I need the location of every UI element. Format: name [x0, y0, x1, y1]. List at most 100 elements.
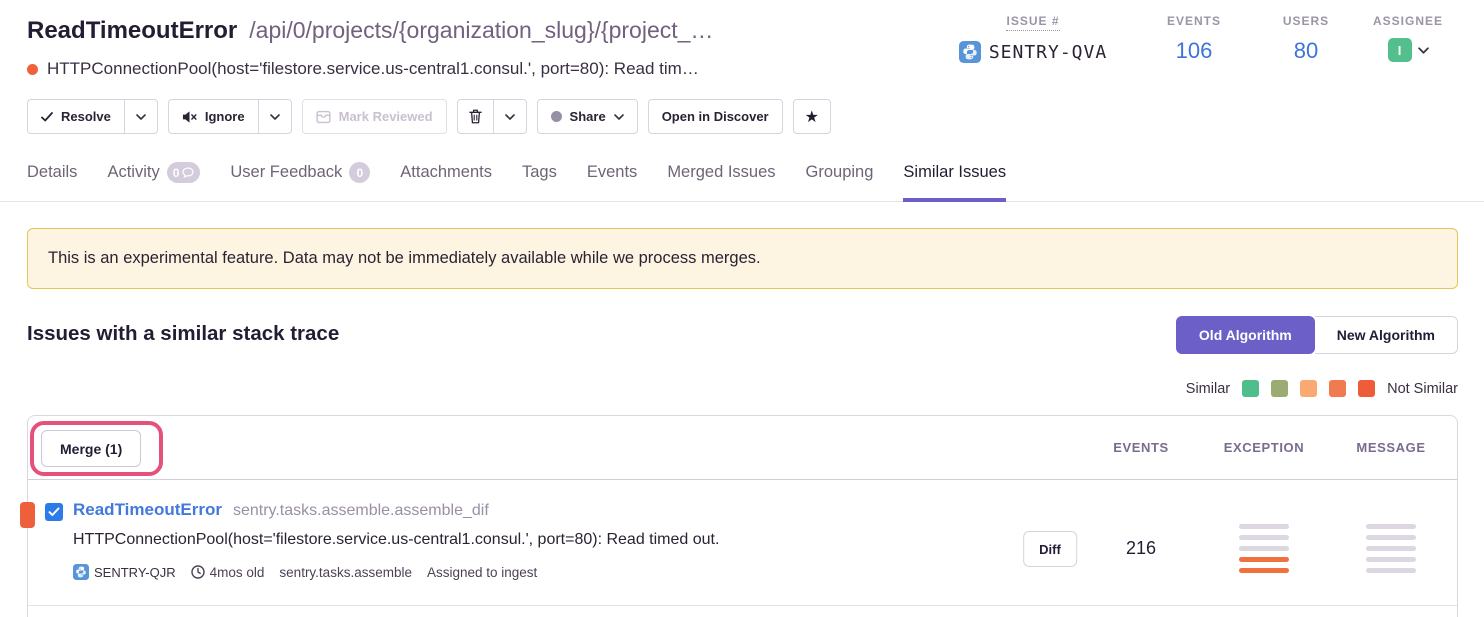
row-location: sentry.tasks.assemble: [279, 565, 412, 580]
tab-user-feedback[interactable]: User Feedback 0: [230, 156, 370, 202]
tab-merged-issues[interactable]: Merged Issues: [667, 156, 775, 202]
star-icon: ★: [805, 107, 819, 127]
tab-tags[interactable]: Tags: [522, 156, 557, 202]
merge-button[interactable]: Merge (1): [41, 430, 141, 467]
experimental-feature-banner: This is an experimental feature. Data ma…: [27, 228, 1458, 289]
legend-swatch-1: [1242, 380, 1259, 397]
python-project-icon: [959, 41, 981, 63]
similarity-bar: [1366, 535, 1416, 540]
mute-icon: [182, 110, 197, 124]
tab-events[interactable]: Events: [587, 156, 637, 202]
chevron-down-icon: [505, 114, 515, 120]
issue-number-label: ISSUE #: [1006, 14, 1059, 31]
assignee-label: ASSIGNEE: [1373, 14, 1443, 28]
error-level-tag: [20, 502, 35, 528]
chevron-down-icon: [614, 114, 624, 120]
similarity-bar: [1366, 524, 1416, 529]
ignore-button[interactable]: Ignore: [168, 99, 259, 134]
similarity-bar: [1239, 546, 1289, 551]
row-issue-message: HTTPConnectionPool(host='filestore.servi…: [73, 531, 719, 549]
legend-not-similar-label: Not Similar: [1387, 381, 1458, 397]
ignore-dropdown-button[interactable]: [259, 99, 292, 134]
resolve-dropdown-button[interactable]: [125, 99, 158, 134]
stat-events: EVENTS 106: [1138, 14, 1250, 64]
share-button[interactable]: Share: [537, 99, 638, 134]
similarity-bar: [1239, 557, 1289, 562]
column-header-message: MESSAGE: [1356, 440, 1425, 455]
stat-assignee: ASSIGNEE I: [1362, 14, 1454, 62]
assignee-avatar[interactable]: I: [1388, 38, 1412, 62]
column-header-events: EVENTS: [1113, 440, 1169, 455]
tab-grouping[interactable]: Grouping: [806, 156, 874, 202]
issue-header: ReadTimeoutError /api/0/projects/{organi…: [27, 17, 857, 45]
similarity-legend: Similar Not Similar: [1186, 380, 1458, 397]
tab-attachments[interactable]: Attachments: [400, 156, 492, 202]
old-algorithm-button[interactable]: Old Algorithm: [1176, 316, 1315, 354]
check-icon: [41, 112, 53, 122]
user-feedback-count-badge: 0: [349, 162, 370, 183]
inbox-icon: [316, 110, 331, 124]
chevron-down-icon: [270, 114, 280, 120]
row-checkbox-checked[interactable]: [45, 503, 63, 521]
ignore-button-group: Ignore: [168, 99, 292, 134]
sentry-issue-page: ReadTimeoutError /api/0/projects/{organi…: [0, 0, 1484, 617]
tab-similar-issues[interactable]: Similar Issues: [903, 156, 1006, 202]
message-similarity-bars: [1366, 524, 1416, 573]
column-header-exception: EXCEPTION: [1224, 440, 1305, 455]
algorithm-toggle: Old Algorithm New Algorithm: [1176, 316, 1458, 354]
similar-issues-table: Merge (1) EVENTS EXCEPTION MESSAGE ReadT…: [27, 415, 1458, 617]
similar-issue-row: ReadTimeoutError sentry.tasks.assemble.a…: [28, 480, 1457, 606]
resolve-button[interactable]: Resolve: [27, 99, 125, 134]
clock-icon: [191, 565, 205, 579]
stat-issue-number: ISSUE # SENTRY-QVA: [928, 14, 1138, 63]
delete-button[interactable]: [457, 99, 494, 134]
issue-action-toolbar: Resolve Ignore Mark Reviewed Share: [27, 99, 831, 134]
resolve-button-group: Resolve: [27, 99, 158, 134]
row-age: 4mos old: [191, 565, 265, 580]
row-issue-culprit: sentry.tasks.assemble.assemble_dif: [233, 502, 489, 520]
delete-button-group: [457, 99, 527, 134]
users-count[interactable]: 80: [1294, 38, 1318, 64]
legend-swatch-2: [1271, 380, 1288, 397]
issue-culprit-text: HTTPConnectionPool(host='filestore.servi…: [47, 59, 699, 79]
stat-users: USERS 80: [1250, 14, 1362, 64]
page-title: ReadTimeoutError: [27, 17, 237, 45]
error-level-dot: [27, 64, 38, 75]
users-label: USERS: [1283, 14, 1329, 28]
table-header: Merge (1) EVENTS EXCEPTION MESSAGE: [28, 416, 1457, 480]
similarity-bar: [1239, 568, 1289, 573]
delete-dropdown-button[interactable]: [494, 99, 527, 134]
issue-stats: ISSUE # SENTRY-QVA EVENTS 106 USERS 80 A…: [928, 14, 1454, 64]
legend-swatch-4: [1329, 380, 1346, 397]
row-project-id: SENTRY-QJR: [73, 564, 176, 580]
trash-icon: [469, 109, 482, 124]
similarity-bar: [1366, 546, 1416, 551]
issue-tabs: Details Activity 0 User Feedback 0 Attac…: [0, 156, 1484, 202]
bookmark-star-button[interactable]: ★: [793, 99, 831, 134]
row-meta: SENTRY-QJR 4mos old sentry.tasks.assembl…: [73, 564, 537, 580]
diff-button[interactable]: Diff: [1023, 531, 1077, 567]
exception-similarity-bars: [1239, 524, 1289, 573]
row-events-count: 216: [1126, 538, 1156, 559]
similarity-bar: [1239, 524, 1289, 529]
similarity-bar: [1239, 535, 1289, 540]
python-project-icon: [73, 564, 89, 580]
similarity-bar: [1366, 557, 1416, 562]
mark-reviewed-button[interactable]: Mark Reviewed: [302, 99, 447, 134]
issue-short-id: SENTRY-QVA: [989, 42, 1107, 63]
tab-details[interactable]: Details: [27, 156, 77, 202]
row-short-id: SENTRY-QJR: [94, 565, 176, 580]
open-in-discover-button[interactable]: Open in Discover: [648, 99, 783, 134]
events-count[interactable]: 106: [1176, 38, 1213, 64]
banner-text: This is an experimental feature. Data ma…: [48, 249, 761, 268]
similarity-bar: [1366, 568, 1416, 573]
activity-count-badge: 0: [167, 162, 201, 183]
similar-issues-heading: Issues with a similar stack trace: [27, 322, 339, 346]
assignee-selector[interactable]: I: [1388, 38, 1429, 62]
events-label: EVENTS: [1167, 14, 1221, 28]
chevron-down-icon: [1418, 47, 1429, 54]
new-algorithm-button[interactable]: New Algorithm: [1315, 316, 1458, 354]
tab-activity[interactable]: Activity 0: [107, 156, 200, 202]
row-issue-title-link[interactable]: ReadTimeoutError: [73, 500, 222, 520]
issue-subtitle: HTTPConnectionPool(host='filestore.servi…: [27, 59, 699, 79]
